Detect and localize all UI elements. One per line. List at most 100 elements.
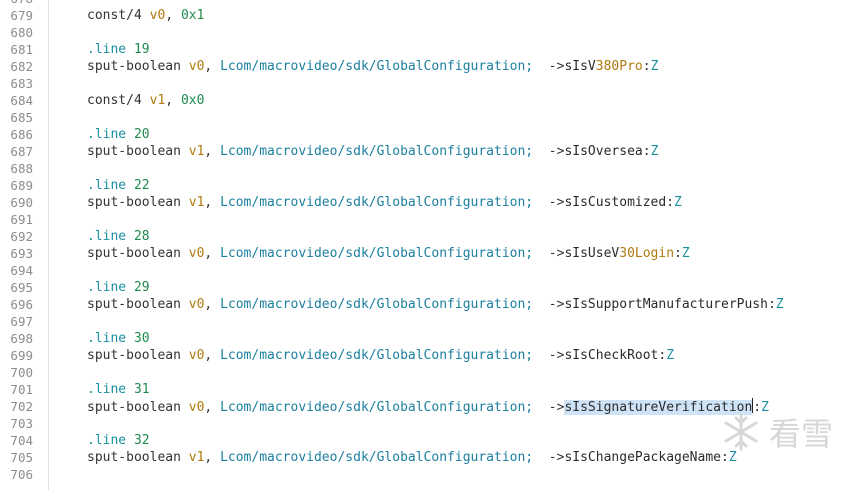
punctuation: : xyxy=(767,297,776,312)
field-name: sIsChangePackageName xyxy=(564,450,721,465)
code-content: .line 20 xyxy=(87,126,150,143)
line-number: 704 xyxy=(10,433,33,448)
code-line[interactable]: 692 .line 28 xyxy=(0,228,853,245)
field-name-part: sIsSignatureVerification xyxy=(564,400,753,415)
code-line[interactable]: 703 xyxy=(0,415,853,432)
code-content: .line 32 xyxy=(87,432,150,449)
code-line[interactable]: 696 sput-boolean v0, Lcom/macrovideo/sdk/… xyxy=(0,296,853,313)
class-descriptor: Lcom/macrovideo/sdk/GlobalConfiguration; xyxy=(220,348,534,363)
punctuation: , xyxy=(204,400,221,415)
field-type: Z xyxy=(666,348,675,363)
code-content: const/4 v1, 0x0 xyxy=(87,92,204,109)
field-arrow: -> xyxy=(533,450,565,465)
code-line[interactable]: 706 xyxy=(0,466,853,483)
field-type: Z xyxy=(650,59,659,74)
field-name: sIsUseV30Login xyxy=(564,246,674,261)
line-number: 681 xyxy=(10,42,33,57)
line-directive-number: 31 xyxy=(133,382,150,397)
opcode: sput-boolean xyxy=(87,144,189,159)
field-arrow: -> xyxy=(533,246,565,261)
punctuation: , xyxy=(204,450,221,465)
code-line[interactable]: 698 .line 30 xyxy=(0,330,853,347)
code-line[interactable]: 684 const/4 v1, 0x0 xyxy=(0,92,853,109)
class-descriptor: Lcom/macrovideo/sdk/GlobalConfiguration; xyxy=(220,297,534,312)
line-directive: .line xyxy=(87,382,134,397)
punctuation: , xyxy=(204,195,221,210)
code-content: sput-boolean v0, Lcom/macrovideo/sdk/Glo… xyxy=(87,245,690,262)
code-line[interactable]: 690 sput-boolean v1, Lcom/macrovideo/sdk/… xyxy=(0,194,853,211)
line-number: 690 xyxy=(10,195,33,210)
line-directive-number: 30 xyxy=(133,331,150,346)
code-line[interactable]: 701 .line 31 xyxy=(0,381,853,398)
code-content: .line 31 xyxy=(87,381,150,398)
line-number: 700 xyxy=(10,365,33,380)
line-directive: .line xyxy=(87,331,134,346)
field-name: sIsOversea xyxy=(564,144,642,159)
opcode: sput-boolean xyxy=(87,450,189,465)
code-line[interactable]: 688 xyxy=(0,160,853,177)
opcode: sput-boolean xyxy=(87,297,189,312)
code-line[interactable]: 685 xyxy=(0,109,853,126)
field-name: sIsV380Pro xyxy=(564,59,642,74)
code-line[interactable]: 699 sput-boolean v0, Lcom/macrovideo/sdk/… xyxy=(0,347,853,364)
code-line[interactable]: 680 xyxy=(0,24,853,41)
line-number: 694 xyxy=(10,263,33,278)
line-number: 702 xyxy=(10,399,33,414)
punctuation: : xyxy=(642,59,651,74)
opcode: sput-boolean xyxy=(87,400,189,415)
code-line[interactable]: 704 .line 32 xyxy=(0,432,853,449)
code-line[interactable]: 695 .line 29 xyxy=(0,279,853,296)
field-name: sIsCustomized xyxy=(564,195,666,210)
code-line[interactable]: 678 xyxy=(0,0,853,7)
class-descriptor: Lcom/macrovideo/sdk/GlobalConfiguration; xyxy=(220,144,534,159)
punctuation: : xyxy=(674,246,682,261)
code-line[interactable]: 700 xyxy=(0,364,853,381)
field-name-part: sIsSupportManufacturerPush xyxy=(564,297,768,312)
line-number: 701 xyxy=(10,382,33,397)
field-arrow: -> xyxy=(533,400,565,415)
punctuation: , xyxy=(165,93,181,108)
field-type: Z xyxy=(775,297,784,312)
code-line[interactable]: 679 const/4 v0, 0x1 xyxy=(0,7,853,24)
field-name: sIsSupportManufacturerPush xyxy=(564,297,768,312)
register: v0 xyxy=(188,297,205,312)
field-name-part: 30Login xyxy=(619,246,675,261)
code-line[interactable]: 705 sput-boolean v1, Lcom/macrovideo/sdk/… xyxy=(0,449,853,466)
line-number: 678 xyxy=(0,0,33,7)
code-line[interactable]: 683 xyxy=(0,75,853,92)
punctuation: , xyxy=(204,59,221,74)
code-line[interactable]: 702 sput-boolean v0, Lcom/macrovideo/sdk/… xyxy=(0,398,853,415)
code-line[interactable]: 691 xyxy=(0,211,853,228)
code-line[interactable]: 682 sput-boolean v0, Lcom/macrovideo/sdk/… xyxy=(0,58,853,75)
line-directive: .line xyxy=(87,178,134,193)
code-editor[interactable]: 678679 const/4 v0, 0x1 680 681 .line 19 682 sp… xyxy=(0,0,853,490)
line-number: 682 xyxy=(10,59,33,74)
punctuation: : xyxy=(721,450,729,465)
register: v0 xyxy=(188,348,205,363)
literal-value: 0x1 xyxy=(180,8,205,23)
code-line[interactable]: 681 .line 19 xyxy=(0,41,853,58)
code-line[interactable]: 697 xyxy=(0,313,853,330)
field-name: sIsSignatureVerification xyxy=(564,400,753,415)
code-line[interactable]: 689 .line 22 xyxy=(0,177,853,194)
code-line[interactable]: 686 .line 20 xyxy=(0,126,853,143)
field-name-part: sIsChangePackageName xyxy=(564,450,721,465)
line-directive: .line xyxy=(87,42,134,57)
code-line[interactable]: 694 xyxy=(0,262,853,279)
punctuation: : xyxy=(642,144,651,159)
line-directive-number: 19 xyxy=(133,42,150,57)
code-content: sput-boolean v0, Lcom/macrovideo/sdk/Glo… xyxy=(87,296,784,313)
field-arrow: -> xyxy=(533,59,565,74)
field-name: sIsCheckRoot xyxy=(564,348,658,363)
punctuation: , xyxy=(204,144,221,159)
line-number: 686 xyxy=(10,127,33,142)
field-name-part: sIsUseV xyxy=(564,246,620,261)
code-content: .line 19 xyxy=(87,41,150,58)
opcode: const/4 xyxy=(87,93,150,108)
code-line[interactable]: 687 sput-boolean v1, Lcom/macrovideo/sdk/… xyxy=(0,143,853,160)
punctuation: : xyxy=(753,400,762,415)
code-content: sput-boolean v0, Lcom/macrovideo/sdk/Glo… xyxy=(87,58,658,75)
code-line[interactable]: 693 sput-boolean v0, Lcom/macrovideo/sdk/… xyxy=(0,245,853,262)
register: v1 xyxy=(149,93,166,108)
line-number: 693 xyxy=(10,246,33,261)
